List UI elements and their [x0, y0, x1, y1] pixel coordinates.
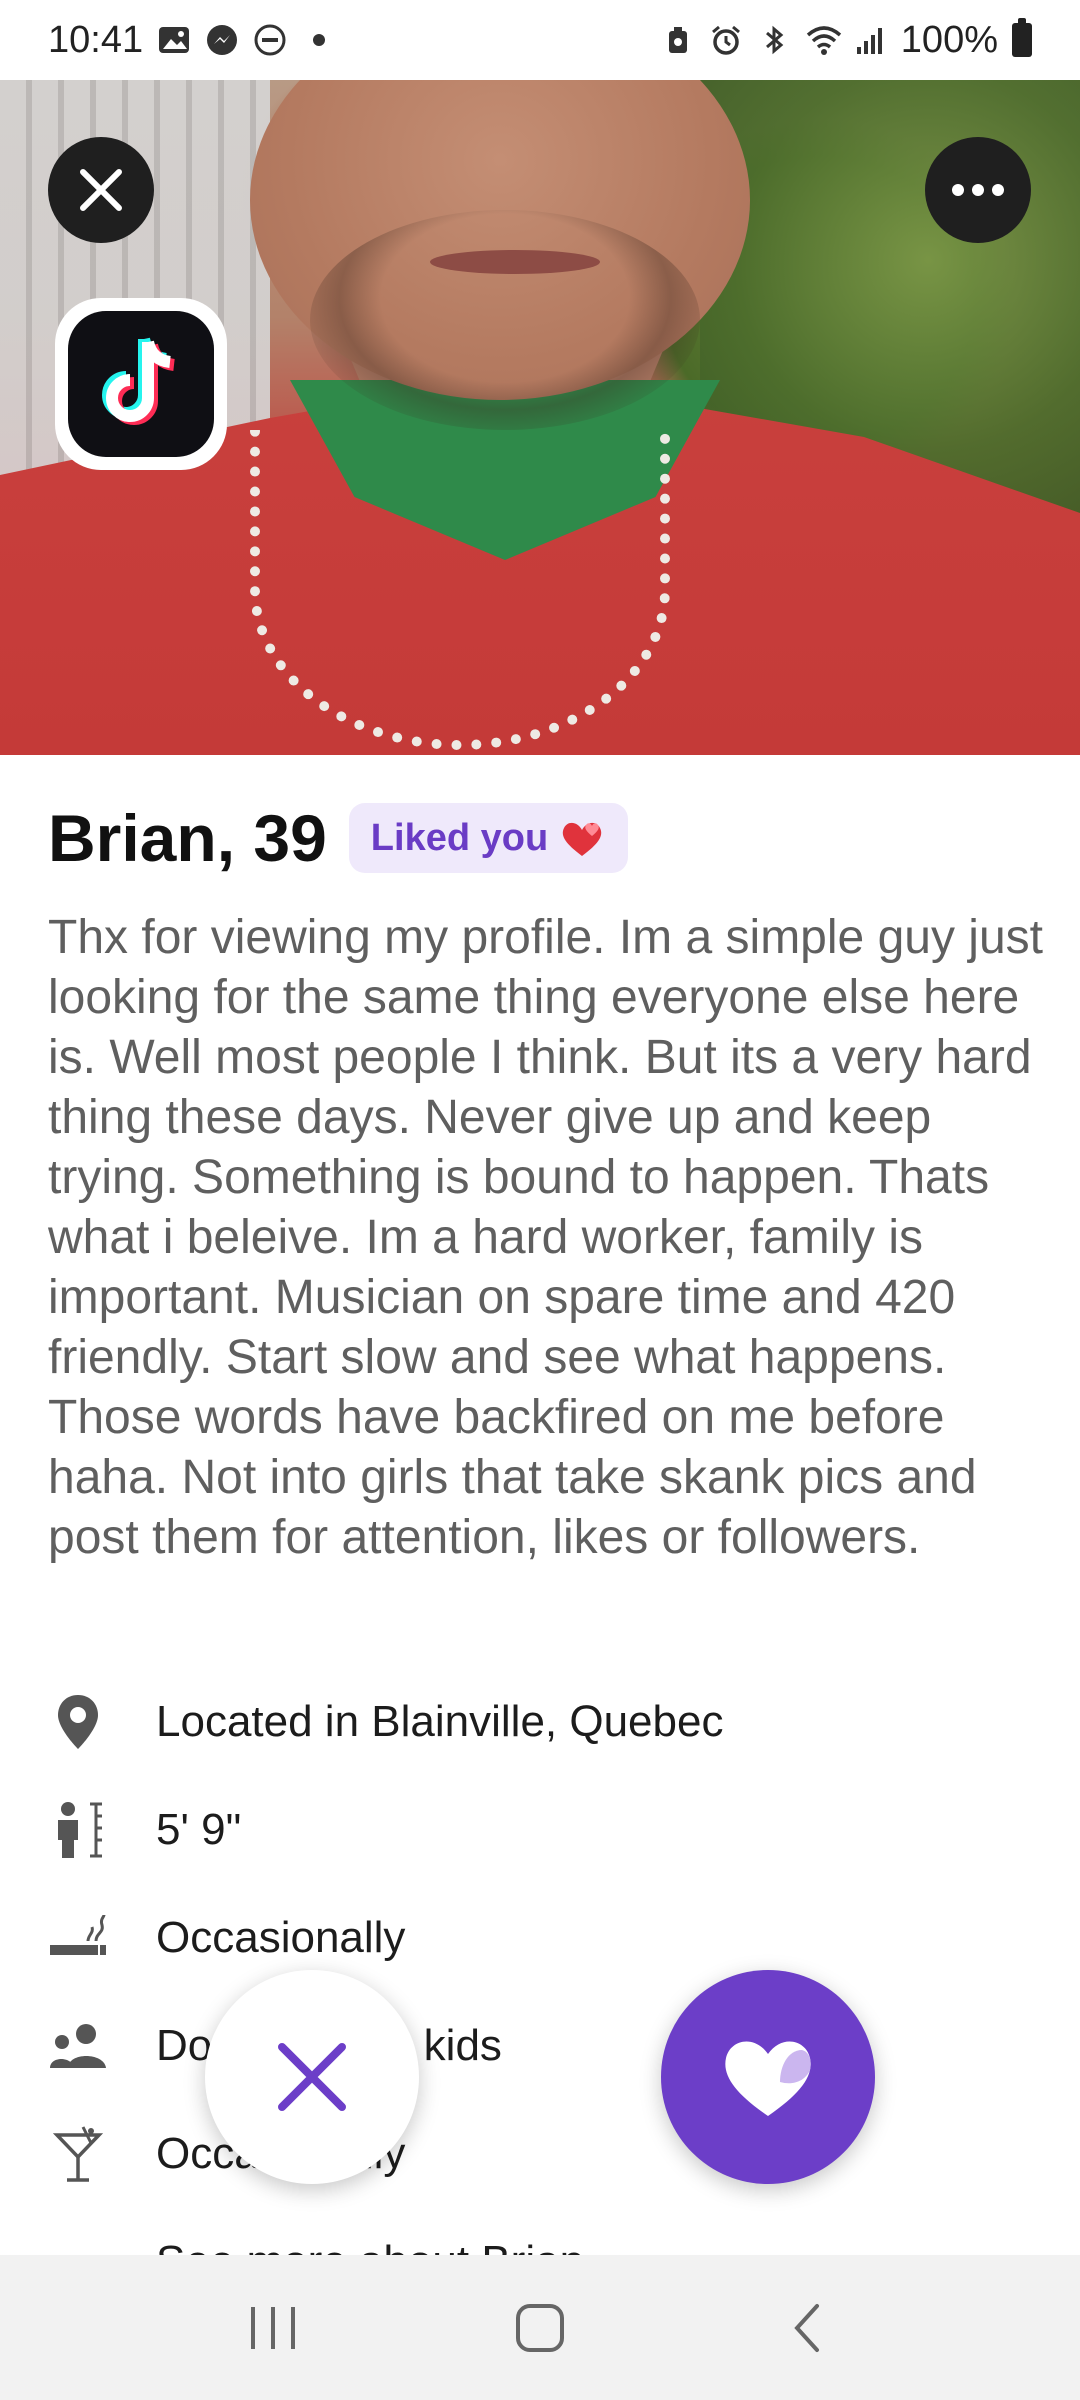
system-navigation-bar	[0, 2255, 1080, 2400]
detail-height-text: 5' 9"	[156, 1805, 242, 1854]
status-bar: 10:41 100%	[0, 0, 1080, 80]
detail-drinking: Occasionally	[48, 2100, 1048, 2208]
detail-smoking-text: Occasionally	[156, 1913, 406, 1962]
back-chevron-icon	[793, 2303, 819, 2352]
close-profile-button[interactable]	[48, 137, 154, 243]
pass-x-icon	[278, 2043, 346, 2111]
pass-button[interactable]	[205, 1970, 419, 2184]
liked-you-label: Liked you	[370, 816, 549, 859]
height-icon	[48, 1800, 108, 1860]
more-horizontal-icon	[952, 184, 1004, 196]
profile-bio: Thx for viewing my profile. Im a simple …	[48, 911, 1043, 1564]
detail-kids: Doesn't have kids	[48, 1992, 1048, 2100]
detail-smoking: Occasionally	[48, 1884, 1048, 1992]
kids-icon	[48, 2016, 108, 2076]
alarm-icon	[709, 23, 743, 57]
profile-details-list: Located in Blainville, Quebec 5' 9" Occa…	[48, 1668, 1048, 2316]
name-row: Brian, 39 Liked you	[48, 800, 629, 876]
wifi-icon	[805, 23, 841, 57]
photo-necklace	[250, 430, 670, 750]
drinking-icon	[48, 2124, 108, 2184]
home-icon	[515, 2303, 564, 2352]
recent-apps-button[interactable]	[228, 2283, 318, 2373]
status-time: 10:41	[48, 18, 144, 61]
photo-mouth	[430, 250, 600, 274]
liked-you-badge: Liked you	[348, 803, 629, 873]
signal-icon	[853, 23, 887, 57]
detail-height: 5' 9"	[48, 1776, 1048, 1884]
close-icon	[80, 169, 122, 211]
home-button[interactable]	[495, 2283, 585, 2373]
gallery-notification-icon	[157, 23, 191, 57]
like-button[interactable]	[661, 1970, 875, 2184]
more-options-button[interactable]	[925, 137, 1031, 243]
bluetooth-icon	[757, 23, 791, 57]
notification-dot-icon	[313, 34, 326, 46]
battery-icon	[1012, 18, 1032, 57]
smoking-icon	[48, 1908, 108, 1968]
tiktok-badge[interactable]	[55, 298, 227, 470]
profile-name-age: Brian, 39	[48, 801, 327, 875]
back-button[interactable]	[762, 2283, 852, 2373]
tiktok-icon	[102, 337, 176, 425]
two-hearts-icon	[562, 822, 602, 856]
detail-location: Located in Blainville, Quebec	[48, 1668, 1048, 1776]
lock-battery-icon	[661, 23, 695, 57]
messenger-notification-icon	[205, 23, 239, 57]
location-pin-icon	[48, 1692, 108, 1752]
battery-percent: 100%	[900, 18, 998, 61]
do-not-disturb-icon	[253, 23, 287, 57]
detail-location-text: Located in Blainville, Quebec	[156, 1697, 724, 1746]
photo-beard	[310, 210, 700, 430]
recent-apps-icon	[251, 2306, 296, 2349]
heart-icon	[725, 2041, 811, 2116]
